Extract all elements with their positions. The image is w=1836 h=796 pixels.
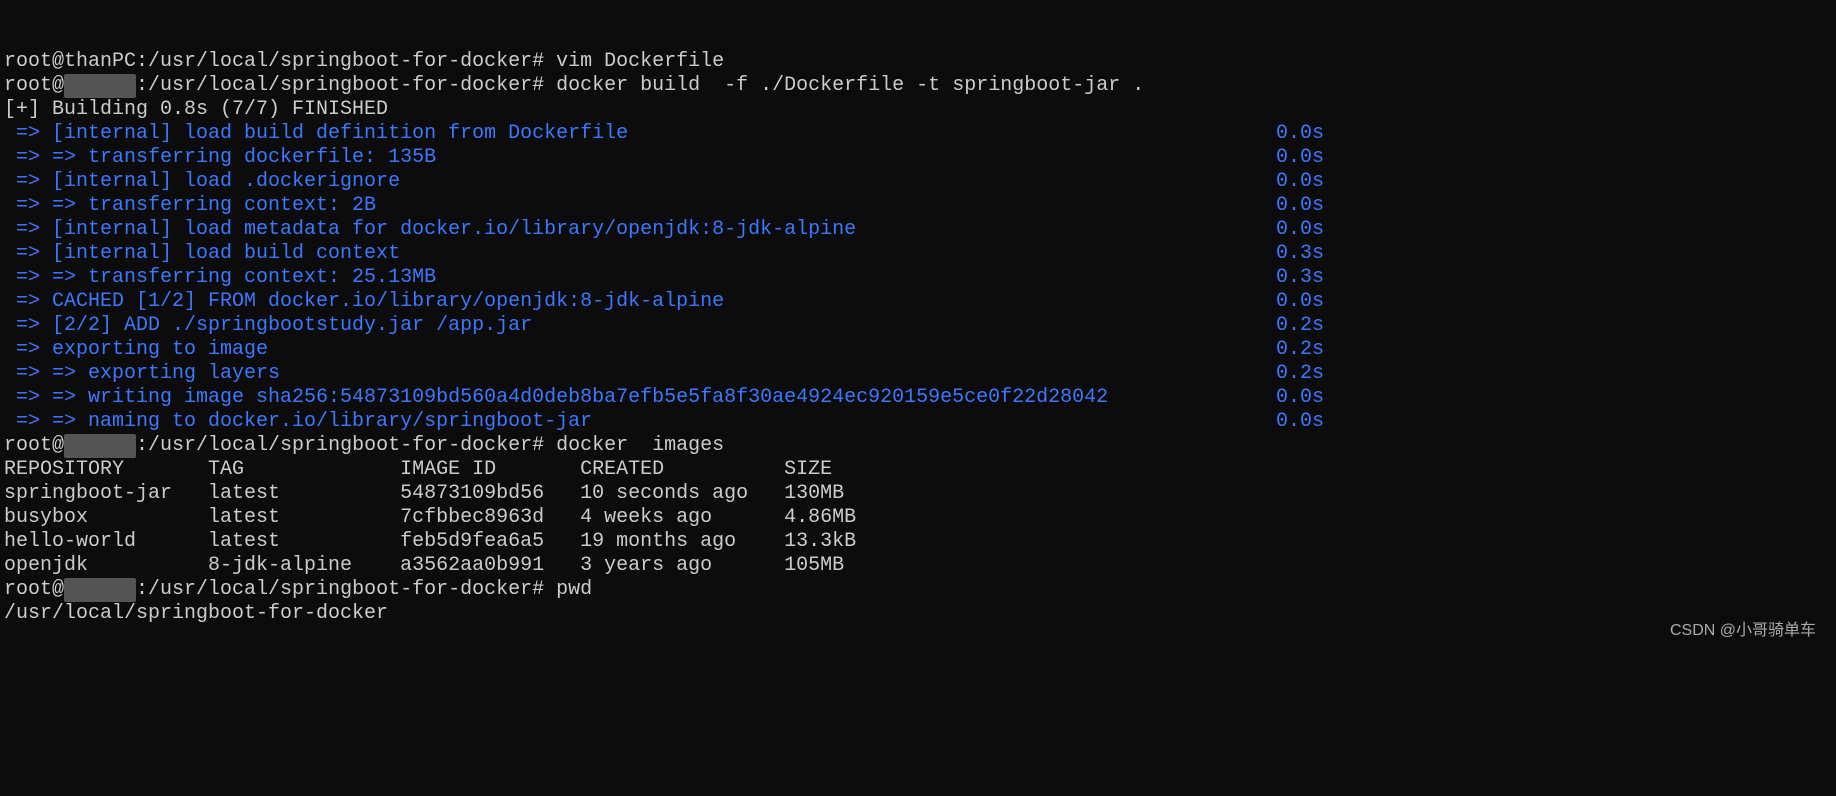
build-step-12: => => writing image sha256:54873109bd560… — [4, 386, 1256, 410]
cmd-images: docker images — [556, 434, 724, 457]
build-time-2: 0.0s — [1256, 146, 1324, 170]
prompt-path: :/usr/local/springboot-for-docker# — [136, 74, 544, 97]
pwd-output: /usr/local/springboot-for-docker — [4, 602, 388, 625]
images-row-3: hello-world latest feb5d9fea6a5 19 month… — [4, 530, 856, 553]
redacted-host-3 — [64, 578, 136, 602]
images-row-4: openjdk 8-jdk-alpine a3562aa0b991 3 year… — [4, 554, 844, 577]
build-time-13: 0.0s — [1256, 410, 1324, 434]
prompt-user-2: root@ — [4, 434, 64, 457]
build-step-8: => CACHED [1/2] FROM docker.io/library/o… — [4, 290, 1256, 314]
images-row-2: busybox latest 7cfbbec8963d 4 weeks ago … — [4, 506, 856, 529]
build-time-3: 0.0s — [1256, 170, 1324, 194]
build-time-8: 0.0s — [1256, 290, 1324, 314]
build-step-6: => [internal] load build context — [4, 242, 1256, 266]
watermark: CSDN @小哥骑单车 — [1670, 621, 1816, 640]
build-step-7: => => transferring context: 25.13MB — [4, 266, 1256, 290]
prompt-path-3: :/usr/local/springboot-for-docker# — [136, 578, 544, 601]
build-step-5: => [internal] load metadata for docker.i… — [4, 218, 1256, 242]
build-step-3: => [internal] load .dockerignore — [4, 170, 1256, 194]
build-step-4: => => transferring context: 2B — [4, 194, 1256, 218]
build-time-12: 0.0s — [1256, 386, 1324, 410]
cmd-pwd: pwd — [556, 578, 592, 601]
redacted-host-2 — [64, 434, 136, 458]
build-time-9: 0.2s — [1256, 314, 1324, 338]
line-partial-top: root@thanPC:/usr/local/springboot-for-do… — [4, 50, 724, 73]
build-step-11: => => exporting layers — [4, 362, 1256, 386]
prompt-user: root@ — [4, 74, 64, 97]
images-header: REPOSITORY TAG IMAGE ID CREATED SIZE — [4, 458, 832, 481]
images-row-1: springboot-jar latest 54873109bd56 10 se… — [4, 482, 844, 505]
build-time-7: 0.3s — [1256, 266, 1324, 290]
build-header: [+] Building 0.8s (7/7) FINISHED — [4, 98, 388, 121]
terminal-output[interactable]: root@thanPC:/usr/local/springboot-for-do… — [0, 24, 1836, 628]
build-time-5: 0.0s — [1256, 218, 1324, 242]
cmd-build: docker build -f ./Dockerfile -t springbo… — [556, 74, 1144, 97]
build-step-10: => exporting to image — [4, 338, 1256, 362]
prompt-user-3: root@ — [4, 578, 64, 601]
build-time-11: 0.2s — [1256, 362, 1324, 386]
build-time-6: 0.3s — [1256, 242, 1324, 266]
build-time-4: 0.0s — [1256, 194, 1324, 218]
redacted-host-1 — [64, 74, 136, 98]
build-time-1: 0.0s — [1256, 122, 1324, 146]
build-step-1: => [internal] load build definition from… — [4, 122, 1256, 146]
build-step-13: => => naming to docker.io/library/spring… — [4, 410, 1256, 434]
build-step-2: => => transferring dockerfile: 135B — [4, 146, 1256, 170]
build-step-9: => [2/2] ADD ./springbootstudy.jar /app.… — [4, 314, 1256, 338]
build-time-10: 0.2s — [1256, 338, 1324, 362]
prompt-path-2: :/usr/local/springboot-for-docker# — [136, 434, 544, 457]
